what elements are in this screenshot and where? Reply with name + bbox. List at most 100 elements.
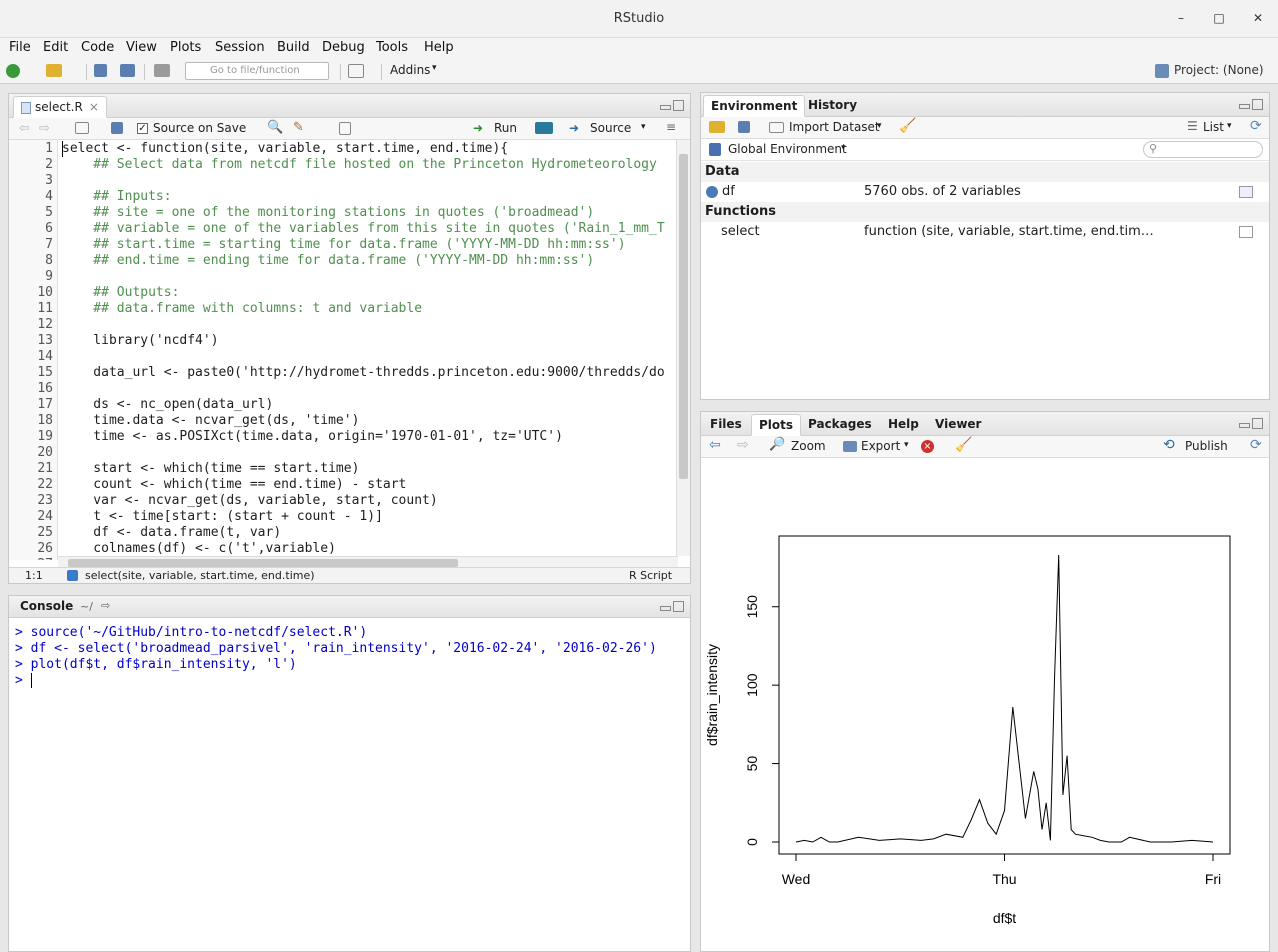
grid-layout-icon[interactable]	[348, 64, 364, 78]
line-number: 8	[45, 253, 53, 268]
env-row-select[interactable]: select function (site, variable, start.t…	[701, 222, 1269, 242]
outline-icon[interactable]: ≡	[666, 120, 676, 134]
line-number: 7	[45, 237, 53, 252]
back-arrow-icon[interactable]: ⇦	[19, 121, 30, 136]
chevron-down-icon[interactable]: ▾	[841, 143, 846, 153]
goto-file-input[interactable]: Go to file/function	[185, 62, 329, 80]
close-button[interactable]: ✕	[1250, 10, 1266, 26]
save-workspace-icon[interactable]	[738, 121, 750, 133]
menu-view[interactable]: View	[126, 40, 157, 55]
refresh-icon[interactable]: ⟳	[1250, 118, 1262, 134]
code-line: library('ncdf4')	[62, 333, 219, 348]
source-button[interactable]: Source	[590, 121, 631, 135]
code-line: ## variable = one of the variables from …	[62, 221, 665, 236]
addins-menu[interactable]: Addins	[390, 63, 430, 77]
forward-arrow-icon[interactable]: ⇨	[39, 121, 50, 136]
line-number: 18	[37, 413, 53, 428]
function-navigator[interactable]: select(site, variable, start.time, end.t…	[85, 569, 315, 582]
line-number: 9	[45, 269, 53, 284]
scrollbar-thumb[interactable]	[679, 154, 688, 479]
vertical-scrollbar[interactable]	[676, 140, 690, 556]
pane-minmax[interactable]	[1237, 99, 1263, 111]
open-folder-icon[interactable]	[46, 64, 62, 77]
close-tab-icon[interactable]: ×	[89, 100, 99, 114]
line-number: 16	[37, 381, 53, 396]
tab-help[interactable]: Help	[881, 414, 926, 436]
zoom-button[interactable]: Zoom	[791, 439, 826, 453]
env-row-df[interactable]: df 5760 obs. of 2 variables	[701, 182, 1269, 202]
maximize-button[interactable]: □	[1211, 10, 1227, 26]
tab-history[interactable]: History	[801, 95, 864, 117]
export-button[interactable]: Export	[861, 439, 900, 453]
menu-plots[interactable]: Plots	[170, 40, 201, 55]
go-to-directory-icon[interactable]: ⇨	[101, 599, 110, 612]
section-functions: Functions	[701, 202, 1269, 222]
environment-scope-bar: Global Environment ▾ ⚲	[701, 139, 1269, 161]
chevron-down-icon[interactable]: ▾	[641, 122, 646, 132]
rerun-icon[interactable]	[535, 122, 553, 134]
code-editor[interactable]: 1 select <- function(site, variable, star…	[9, 140, 677, 560]
import-dataset-button[interactable]: Import Dataset	[789, 120, 880, 134]
print-icon[interactable]	[154, 64, 170, 77]
previous-plot-icon[interactable]: ⇦	[709, 437, 721, 453]
menu-debug[interactable]: Debug	[322, 40, 365, 55]
scrollbar-thumb[interactable]	[68, 559, 458, 567]
save-icon[interactable]	[94, 64, 107, 77]
pane-minmax[interactable]	[1237, 418, 1263, 430]
file-type-selector[interactable]: R Script	[629, 569, 672, 582]
console-output[interactable]: > source('~/GitHub/intro-to-netcdf/selec…	[9, 618, 690, 951]
code-line: ## Select data from netcdf file hosted o…	[62, 157, 657, 172]
pane-minmax[interactable]	[658, 100, 684, 112]
menu-edit[interactable]: Edit	[43, 40, 68, 55]
tab-packages[interactable]: Packages	[801, 414, 879, 436]
x-axis-label: df$t	[993, 910, 1016, 926]
menu-help[interactable]: Help	[424, 40, 454, 55]
compile-report-icon[interactable]	[339, 122, 351, 135]
show-in-window-icon[interactable]	[75, 122, 89, 134]
refresh-icon[interactable]: ⟳	[1250, 437, 1262, 453]
y-axis-label: df$rain_intensity	[704, 644, 720, 746]
tab-plots[interactable]: Plots	[751, 414, 802, 436]
save-icon[interactable]	[111, 122, 123, 134]
project-menu[interactable]: Project: (None)	[1174, 63, 1264, 77]
expand-icon[interactable]	[706, 186, 718, 198]
pane-minmax[interactable]	[658, 601, 684, 613]
view-data-icon[interactable]	[1239, 186, 1253, 198]
project-icon	[1155, 64, 1169, 78]
new-file-icon[interactable]	[6, 64, 20, 78]
line-number: 6	[45, 221, 53, 236]
environment-selector[interactable]: Global Environment	[728, 142, 847, 156]
y-tick-label: 50	[744, 756, 760, 772]
run-button[interactable]: Run	[494, 121, 517, 135]
tab-environment[interactable]: Environment	[703, 95, 806, 117]
tab-select-r[interactable]: select.R ×	[13, 96, 107, 118]
broom-icon[interactable]: 🧹	[955, 437, 972, 453]
menu-session[interactable]: Session	[215, 40, 265, 55]
menu-code[interactable]: Code	[81, 40, 114, 55]
code-line: ## start.time = starting time for data.f…	[62, 237, 626, 252]
chevron-down-icon[interactable]: ▾	[1227, 121, 1232, 131]
minimize-button[interactable]: –	[1173, 10, 1189, 26]
view-function-icon[interactable]	[1239, 226, 1253, 238]
view-mode-selector[interactable]: List	[1203, 120, 1224, 134]
tab-viewer[interactable]: Viewer	[928, 414, 988, 436]
broom-icon[interactable]: 🧹	[899, 118, 916, 134]
chevron-down-icon[interactable]: ▾	[904, 440, 909, 450]
save-all-icon[interactable]	[120, 64, 135, 77]
line-number: 23	[37, 493, 53, 508]
menu-build[interactable]: Build	[277, 40, 310, 55]
title-bar: RStudio – □ ✕	[0, 0, 1278, 38]
search-icon[interactable]: 🔍	[267, 120, 283, 135]
code-tools-icon[interactable]: ✎	[293, 120, 304, 135]
environment-search-input[interactable]: ⚲	[1143, 141, 1263, 158]
remove-plot-icon[interactable]: ×	[921, 440, 934, 453]
publish-button[interactable]: Publish	[1185, 439, 1228, 453]
next-plot-icon[interactable]: ⇨	[737, 437, 749, 453]
source-on-save-checkbox[interactable]: ✓	[137, 123, 148, 134]
menu-file[interactable]: File	[9, 40, 31, 55]
chevron-down-icon[interactable]: ▾	[877, 121, 882, 131]
source-on-save-label: Source on Save	[153, 121, 247, 135]
menu-tools[interactable]: Tools	[376, 40, 408, 55]
load-workspace-icon[interactable]	[709, 121, 725, 133]
tab-files[interactable]: Files	[703, 414, 749, 436]
